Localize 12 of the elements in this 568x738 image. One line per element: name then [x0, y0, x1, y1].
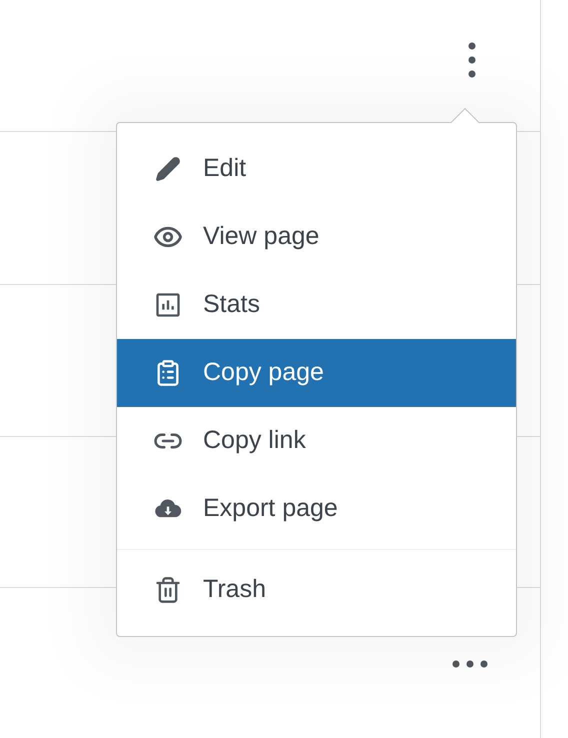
- menu-item[interactable]: Edit: [117, 135, 516, 203]
- more-horizontal-icon[interactable]: [452, 660, 488, 668]
- bar-chart-icon: [154, 291, 182, 319]
- menu-item[interactable]: Export page: [117, 475, 516, 543]
- menu-item[interactable]: Stats: [117, 271, 516, 339]
- menu-item[interactable]: Trash: [117, 556, 516, 624]
- trash-icon: [154, 576, 182, 604]
- more-vertical-icon[interactable]: [468, 42, 476, 78]
- pencil-icon: [155, 156, 181, 182]
- menu-item[interactable]: View page: [117, 203, 516, 271]
- menu-item[interactable]: Copy link: [117, 407, 516, 475]
- menu-item[interactable]: Copy page: [117, 339, 516, 407]
